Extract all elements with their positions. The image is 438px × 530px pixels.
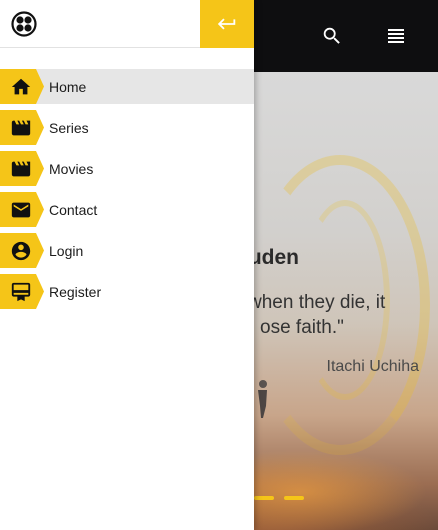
drawer-menu: Home Series Movies Contact Login Registe…: [0, 69, 254, 309]
silhouette-figure: [258, 380, 267, 418]
menu-item-label: Series: [49, 119, 89, 136]
home-icon: [11, 78, 31, 94]
menu-item-movies[interactable]: Movies: [0, 151, 254, 186]
menu-item-label: Register: [49, 283, 102, 300]
navigation-drawer: Home Series Movies Contact Login Registe…: [0, 0, 254, 530]
menu-item-series[interactable]: Series: [0, 110, 254, 145]
fan-logo-icon[interactable]: [11, 11, 37, 37]
menu-item-label: Login: [49, 242, 84, 259]
movie-clapper-icon: [11, 120, 31, 135]
hero-quote: when they die, it ose faith.": [248, 290, 428, 340]
return-arrow-icon: [217, 18, 236, 30]
hero-quote-line: ose faith.": [260, 317, 344, 338]
drawer-close-button[interactable]: [200, 0, 254, 48]
menu-item-register[interactable]: Register: [0, 274, 254, 309]
menu-item-login[interactable]: Login: [0, 233, 254, 268]
menu-item-tab: [0, 151, 44, 186]
menu-item-tab: [0, 110, 44, 145]
account-circle-icon: [11, 241, 31, 260]
drawer-header: [0, 0, 254, 48]
menu-item-tab: [0, 192, 44, 227]
menu-item-label: Movies: [49, 160, 94, 177]
menu-item-label: Home: [49, 78, 87, 95]
search-icon[interactable]: [318, 22, 346, 50]
hero-author: Itachi Uchiha: [326, 358, 420, 375]
menu-item-home[interactable]: Home: [0, 69, 254, 104]
menu-item-tab: [0, 233, 44, 268]
carousel-indicator[interactable]: [254, 496, 274, 500]
card-membership-icon: [11, 282, 31, 301]
list-menu-icon[interactable]: [382, 22, 410, 50]
movie-clapper-icon: [11, 161, 31, 176]
carousel-indicator[interactable]: [284, 496, 304, 500]
mail-icon: [11, 202, 31, 217]
menu-item-tab: [0, 274, 44, 309]
menu-item-label: Contact: [49, 201, 98, 218]
menu-item-tab: [0, 69, 44, 104]
menu-item-contact[interactable]: Contact: [0, 192, 254, 227]
hero-quote-line: when they die, it: [248, 292, 386, 313]
